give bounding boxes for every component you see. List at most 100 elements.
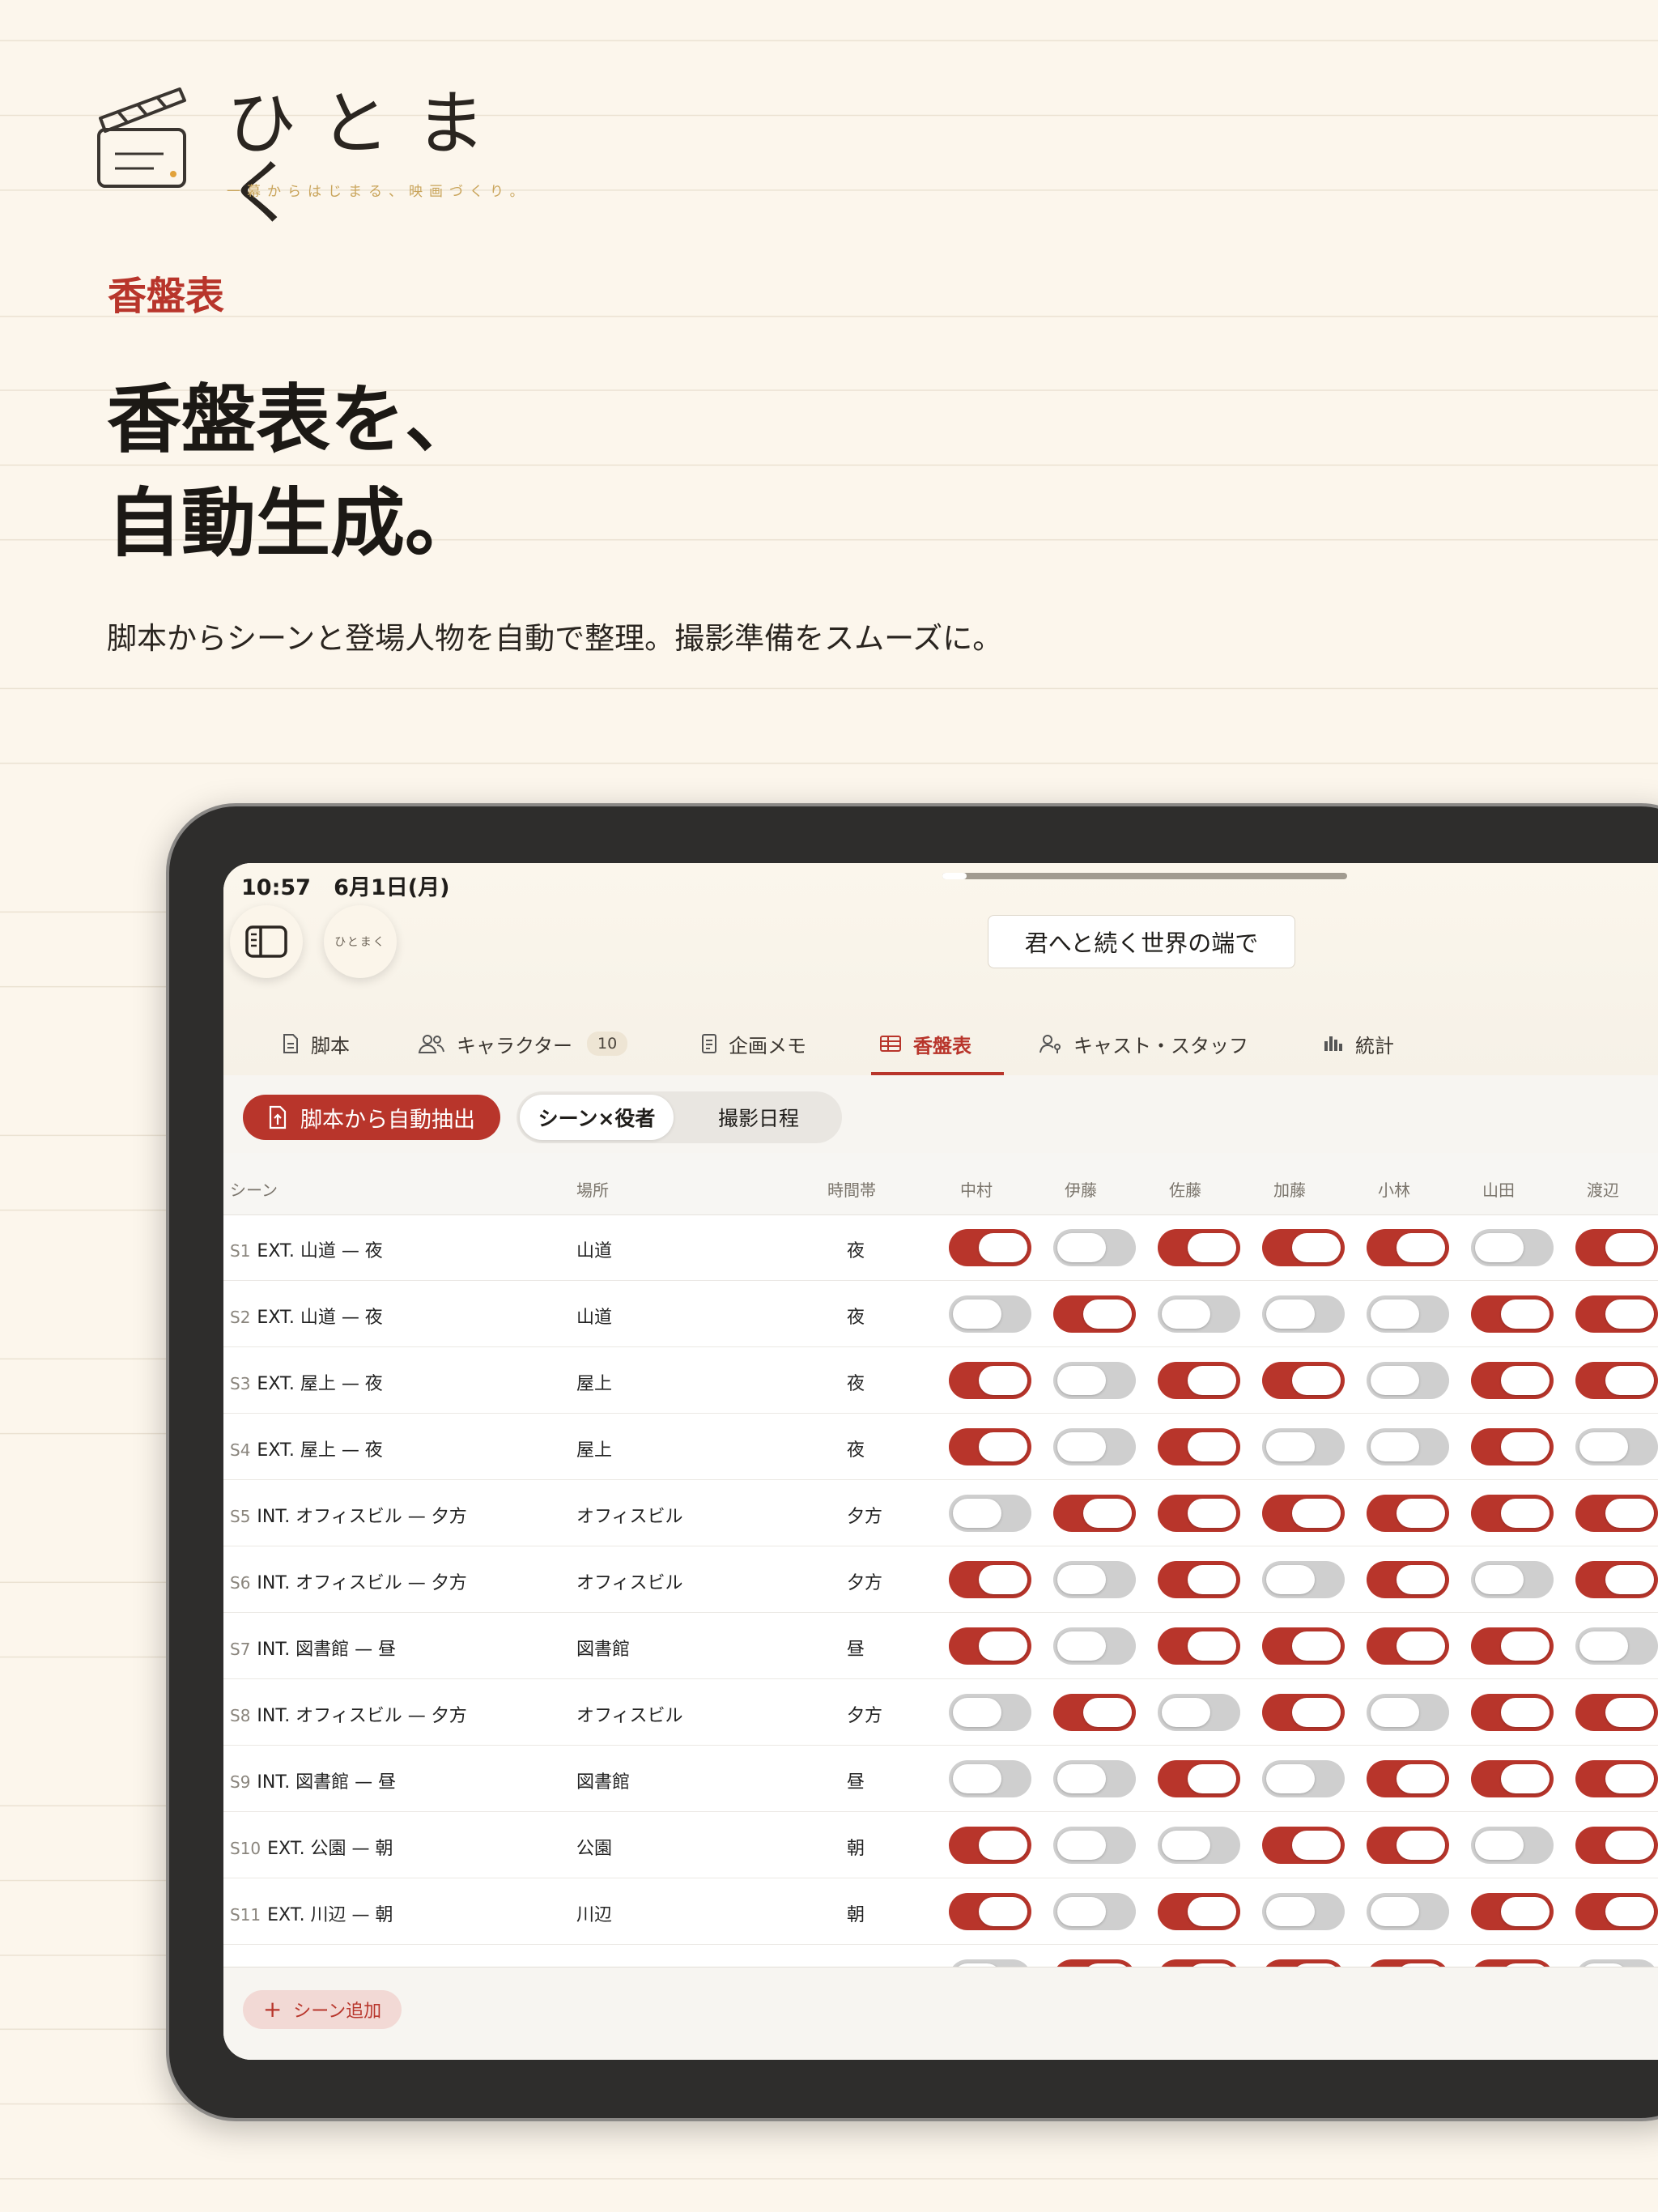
- table-row[interactable]: S8 INT. オフィスビル — 夕方 オフィスビル 夕方: [223, 1679, 1658, 1746]
- cast-toggle[interactable]: [1367, 1561, 1449, 1598]
- cast-toggle[interactable]: [1367, 1229, 1449, 1266]
- table-row[interactable]: S9 INT. 図書館 — 昼 図書館 昼: [223, 1746, 1658, 1812]
- cast-toggle[interactable]: [1471, 1362, 1554, 1399]
- cast-toggle[interactable]: [1158, 1694, 1240, 1731]
- cast-toggle[interactable]: [1262, 1362, 1345, 1399]
- cast-toggle[interactable]: [1053, 1495, 1136, 1532]
- cast-toggle[interactable]: [1158, 1627, 1240, 1665]
- tab-breakdown[interactable]: 香盤表: [871, 1014, 1004, 1075]
- cast-toggle[interactable]: [1158, 1760, 1240, 1797]
- cast-toggle[interactable]: [1471, 1295, 1554, 1333]
- cast-toggle[interactable]: [1262, 1627, 1345, 1665]
- cast-toggle[interactable]: [1053, 1295, 1136, 1333]
- auto-extract-button[interactable]: 脚本から自動抽出: [243, 1095, 500, 1140]
- cast-toggle[interactable]: [949, 1428, 1031, 1465]
- cast-toggle[interactable]: [1158, 1561, 1240, 1598]
- cast-toggle[interactable]: [1575, 1495, 1658, 1532]
- cast-toggle[interactable]: [949, 1362, 1031, 1399]
- cast-toggle[interactable]: [1471, 1694, 1554, 1731]
- cast-toggle[interactable]: [1053, 1694, 1136, 1731]
- tab-statistics[interactable]: 統計: [1323, 1014, 1394, 1074]
- cast-toggle[interactable]: [1262, 1428, 1345, 1465]
- cast-toggle[interactable]: [1575, 1827, 1658, 1864]
- cast-toggle[interactable]: [1471, 1627, 1554, 1665]
- cast-toggle[interactable]: [949, 1627, 1031, 1665]
- cast-toggle[interactable]: [1053, 1760, 1136, 1797]
- cast-toggle[interactable]: [1367, 1495, 1449, 1532]
- cast-toggle[interactable]: [1262, 1495, 1345, 1532]
- cast-toggle[interactable]: [1471, 1760, 1554, 1797]
- cast-toggle[interactable]: [1053, 1428, 1136, 1465]
- sidebar-toggle-button[interactable]: [230, 905, 303, 978]
- cast-toggle[interactable]: [1471, 1561, 1554, 1598]
- table-row[interactable]: S6 INT. オフィスビル — 夕方 オフィスビル 夕方: [223, 1546, 1658, 1613]
- cast-toggle[interactable]: [1262, 1561, 1345, 1598]
- cast-toggle[interactable]: [1262, 1229, 1345, 1266]
- cast-toggle[interactable]: [1053, 1827, 1136, 1864]
- cast-toggle[interactable]: [1575, 1428, 1658, 1465]
- cast-toggle[interactable]: [1367, 1893, 1449, 1930]
- cast-toggle[interactable]: [1367, 1694, 1449, 1731]
- table-row[interactable]: S10 EXT. 公園 — 朝 公園 朝: [223, 1812, 1658, 1878]
- cast-toggle[interactable]: [1367, 1295, 1449, 1333]
- cast-toggle[interactable]: [1575, 1362, 1658, 1399]
- cast-toggle[interactable]: [1575, 1694, 1658, 1731]
- cast-toggle[interactable]: [1158, 1893, 1240, 1930]
- cast-toggle[interactable]: [1053, 1229, 1136, 1266]
- cast-toggle[interactable]: [1262, 1295, 1345, 1333]
- cast-toggle[interactable]: [1367, 1827, 1449, 1864]
- tab-planning-memo[interactable]: 企画メモ: [701, 1014, 806, 1074]
- segment-scene-by-actor[interactable]: シーン×役者: [520, 1095, 674, 1140]
- cast-toggle[interactable]: [949, 1893, 1031, 1930]
- cast-toggle[interactable]: [1471, 1827, 1554, 1864]
- cast-toggle[interactable]: [1158, 1827, 1240, 1864]
- cast-toggle[interactable]: [949, 1760, 1031, 1797]
- cast-toggle[interactable]: [1471, 1893, 1554, 1930]
- cast-toggle[interactable]: [1262, 1694, 1345, 1731]
- cast-toggle[interactable]: [1262, 1893, 1345, 1930]
- table-row[interactable]: S3 EXT. 屋上 — 夜 屋上 夜: [223, 1347, 1658, 1414]
- cast-toggle[interactable]: [1367, 1627, 1449, 1665]
- cast-toggle[interactable]: [949, 1229, 1031, 1266]
- cast-toggle[interactable]: [1262, 1760, 1345, 1797]
- cast-toggle[interactable]: [1367, 1362, 1449, 1399]
- cast-toggle[interactable]: [1367, 1428, 1449, 1465]
- tab-cast-staff[interactable]: キャスト・スタッフ: [1039, 1014, 1248, 1074]
- cast-toggle[interactable]: [1158, 1495, 1240, 1532]
- cast-toggle[interactable]: [1053, 1561, 1136, 1598]
- cast-toggle[interactable]: [1367, 1760, 1449, 1797]
- cast-toggle[interactable]: [1053, 1627, 1136, 1665]
- cast-toggle[interactable]: [949, 1827, 1031, 1864]
- cast-toggle[interactable]: [1471, 1428, 1554, 1465]
- cast-toggle[interactable]: [1158, 1362, 1240, 1399]
- cast-toggle[interactable]: [1575, 1295, 1658, 1333]
- table-row[interactable]: S4 EXT. 屋上 — 夜 屋上 夜: [223, 1414, 1658, 1480]
- tab-characters[interactable]: キャラクター 10: [418, 1014, 628, 1074]
- project-title[interactable]: 君へと続く世界の端で: [988, 915, 1295, 968]
- cast-toggle[interactable]: [949, 1495, 1031, 1532]
- cast-toggle[interactable]: [1575, 1229, 1658, 1266]
- cast-toggle[interactable]: [1575, 1760, 1658, 1797]
- cast-toggle[interactable]: [1575, 1893, 1658, 1930]
- table-row[interactable]: S5 INT. オフィスビル — 夕方 オフィスビル 夕方: [223, 1480, 1658, 1546]
- tab-script[interactable]: 脚本: [282, 1014, 350, 1074]
- cast-toggle[interactable]: [949, 1295, 1031, 1333]
- cast-toggle[interactable]: [1053, 1362, 1136, 1399]
- cast-toggle[interactable]: [949, 1694, 1031, 1731]
- cast-toggle[interactable]: [1471, 1229, 1554, 1266]
- cast-toggle[interactable]: [1158, 1428, 1240, 1465]
- table-row[interactable]: S7 INT. 図書館 — 昼 図書館 昼: [223, 1613, 1658, 1679]
- add-scene-button[interactable]: + シーン追加: [243, 1990, 402, 2029]
- cast-toggle[interactable]: [1575, 1627, 1658, 1665]
- cast-toggle[interactable]: [1158, 1295, 1240, 1333]
- table-row[interactable]: S1 EXT. 山道 — 夜 山道 夜: [223, 1214, 1658, 1281]
- table-row[interactable]: S11 EXT. 川辺 — 朝 川辺 朝: [223, 1878, 1658, 1945]
- cast-toggle[interactable]: [1471, 1495, 1554, 1532]
- table-row[interactable]: S2 EXT. 山道 — 夜 山道 夜: [223, 1281, 1658, 1347]
- multitask-grabber[interactable]: [942, 873, 1347, 879]
- cast-toggle[interactable]: [949, 1561, 1031, 1598]
- cast-toggle[interactable]: [1158, 1229, 1240, 1266]
- app-logo-button[interactable]: ひとまく: [324, 905, 397, 978]
- cast-toggle[interactable]: [1053, 1893, 1136, 1930]
- segment-shooting-schedule[interactable]: 撮影日程: [678, 1095, 839, 1140]
